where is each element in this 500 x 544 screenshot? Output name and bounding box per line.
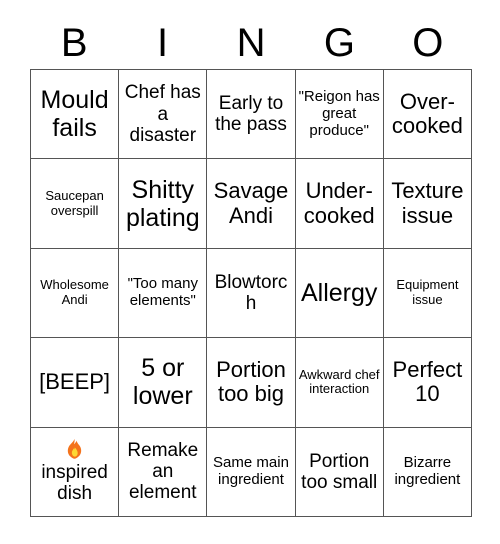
bingo-cell[interactable]: Texture issue [383,159,472,249]
bingo-cell-label: Equipment issue [396,277,459,307]
bingo-cell[interactable]: Equipment issue [383,248,472,339]
fire-icon [66,439,83,459]
bingo-cell[interactable]: Chef has a disaster [119,70,208,160]
bingo-cell-label: [BEEP] [39,369,111,395]
bingo-cell[interactable]: 5 or lower [119,338,208,428]
bingo-cell-content: inspired dish [34,439,115,504]
bingo-cell[interactable]: Under-cooked [295,159,384,249]
bingo-cell-label: Allergy [300,278,378,307]
bingo-cell-label: Remake an element [127,439,199,504]
bingo-cell[interactable]: Portion too big [207,338,296,428]
bingo-cell[interactable]: "Reigon has great produce" [295,70,384,160]
bingo-cell-label: Mould fails [40,86,109,143]
bingo-cell[interactable]: inspired dish [31,427,120,517]
bingo-cell-label: Early to the pass [215,92,287,136]
bingo-cell-label: Same main ingredient [213,454,289,488]
bingo-cell-label: Texture issue [391,177,464,228]
bingo-cell-label: inspired dish [41,461,108,505]
bingo-cell[interactable]: Wholesome Andi [31,248,120,339]
bingo-cell[interactable]: Early to the pass [207,70,296,160]
bingo-cell-label: 5 or lower [132,354,193,411]
bingo-cell-label: Wholesome Andi [40,277,109,307]
bingo-cell-label: Portion too big [216,356,286,407]
bingo-cell[interactable]: Savage Andi [207,159,296,249]
bingo-cell[interactable]: Saucepan overspill [31,159,120,249]
bingo-cell-label: Saucepan overspill [45,188,104,218]
bingo-header: B I N G O [30,18,472,68]
bingo-cell[interactable]: Awkward chef interaction [295,338,384,428]
bingo-cell[interactable]: Shitty plating [119,159,208,249]
bingo-card: B I N G O Mould fails Chef has a disaster… [0,0,500,544]
bingo-cell-label: Under-cooked [303,177,375,228]
bingo-cell-label: Bizarre ingredient [394,454,461,488]
bingo-cell[interactable]: Allergy [295,248,384,339]
bingo-cell[interactable]: Over-cooked [383,70,472,160]
bingo-cell-label: "Too many elements" [127,275,198,309]
bingo-cell[interactable]: "Too many elements" [119,248,208,339]
bingo-cell[interactable]: Portion too small [295,427,384,517]
header-letter-n: N [236,21,266,65]
header-letter-i: I [157,21,169,65]
bingo-cell-label: Blowtorch [214,271,288,314]
bingo-cell-label: Awkward chef interaction [298,366,380,397]
bingo-cell[interactable]: Bizarre ingredient [383,427,472,517]
fire-emoji-line [34,439,115,462]
header-letter-o: O [412,21,444,65]
bingo-cell[interactable]: [BEEP] [31,338,120,428]
bingo-cell[interactable]: Blowtorch [207,248,296,339]
bingo-grid: Mould fails Chef has a disaster Early to t… [30,69,472,517]
bingo-cell-label: Savage Andi [213,177,289,228]
bingo-cell-label: "Reigon has great produce" [298,88,380,139]
header-letter-b: B [60,21,88,65]
bingo-cell-label: Chef has a disaster [124,82,201,146]
bingo-cell-label: Portion too small [301,450,378,493]
bingo-cell[interactable]: Same main ingredient [207,427,296,517]
bingo-cell-label: Shitty plating [125,175,200,232]
bingo-cell-label: Perfect 10 [392,356,463,407]
bingo-cell[interactable]: Remake an element [119,427,208,517]
bingo-cell[interactable]: Mould fails [31,70,120,160]
header-letter-g: G [323,21,355,65]
bingo-cell[interactable]: Perfect 10 [383,338,472,428]
bingo-cell-label: Over-cooked [391,88,463,139]
